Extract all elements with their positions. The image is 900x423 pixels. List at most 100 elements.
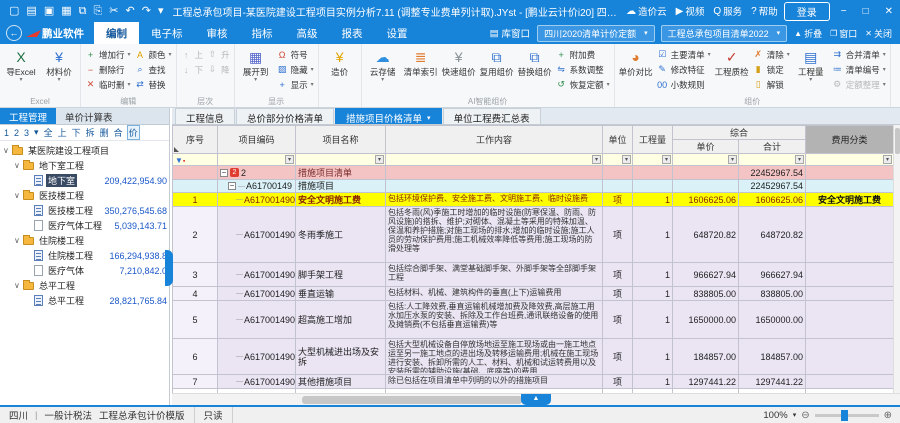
ribbon-tab-编制[interactable]: 编制 xyxy=(94,22,139,44)
panel-expand-tab[interactable]: ▲ xyxy=(521,394,551,405)
table-row[interactable]: 1—A6170014900101安全文明施工费包括环境保护费、安全施工费、文明施… xyxy=(173,193,894,207)
tree-item[interactable]: ∨住院楼工程 xyxy=(0,233,169,248)
lock-button[interactable]: ▮锁定 xyxy=(753,63,790,76)
ribbon-tab-设置[interactable]: 设置 xyxy=(375,22,420,44)
tree-tool-3[interactable]: 3 xyxy=(23,128,30,138)
filter-dropdown-icon[interactable]: ▾ xyxy=(662,155,671,164)
zoom-level[interactable]: 100% xyxy=(763,410,787,421)
help-link[interactable]: ?帮助 xyxy=(751,4,778,18)
tree-tool-全[interactable]: 全 xyxy=(43,126,54,139)
cell-fee-category[interactable] xyxy=(806,166,894,180)
tree-item[interactable]: ∨医技楼工程 xyxy=(0,188,169,203)
filter-dropdown-icon[interactable]: ▾ xyxy=(375,155,384,164)
ribbon-tab-指标[interactable]: 指标 xyxy=(240,22,285,44)
add-row-button[interactable]: +增加行▾ xyxy=(85,48,131,61)
chevron-down-icon[interactable]: ∨ xyxy=(14,191,23,200)
cell-name[interactable]: 垂直运输 xyxy=(296,287,386,301)
cell-name[interactable]: 措施项目 xyxy=(296,180,386,193)
tree-item[interactable]: 医技楼工程350,276,545.68 xyxy=(0,203,169,218)
close-doc-button[interactable]: ✕关闭 xyxy=(865,27,892,40)
cell-total[interactable]: 22452967.54 xyxy=(739,166,806,180)
ribbon-tab-报表[interactable]: 报表 xyxy=(330,22,375,44)
horizontal-scrollbar-thumb[interactable] xyxy=(302,396,522,404)
cell-total[interactable]: 22452967.54 xyxy=(739,180,806,193)
ribbon-tab-审核[interactable]: 审核 xyxy=(195,22,240,44)
copy-icon[interactable]: ⧉ xyxy=(79,1,87,21)
cell-quantity[interactable]: 1 xyxy=(633,263,673,287)
filter-cell-price[interactable]: ▾ xyxy=(673,154,739,166)
clear-button[interactable]: ✗清除▾ xyxy=(753,48,790,61)
app-brand[interactable]: 鹏业软件 xyxy=(26,22,94,44)
filter-dropdown-icon[interactable]: ▾ xyxy=(285,155,294,164)
qq-service-link[interactable]: Q服务 xyxy=(713,4,742,18)
tree-item[interactable]: ∨地下室工程 xyxy=(0,158,169,173)
column-header-qty[interactable]: 工程量 xyxy=(633,126,673,154)
table-row[interactable]: 2—A617001490201冬雨季施工包括冬雨(风)季施工时增加的临时设施(防… xyxy=(173,207,894,263)
table-row[interactable]: 4—A617001490401垂直运输包括材料、机械、建筑构件的垂直(上下)运输… xyxy=(173,287,894,301)
column-header-content[interactable]: 工作内容 xyxy=(386,126,603,154)
save-as-icon[interactable]: ▦ xyxy=(61,1,71,21)
cell-quantity[interactable] xyxy=(633,180,673,193)
zoom-slider-thumb[interactable] xyxy=(841,410,848,421)
cost-cloud-link[interactable]: ☁造价云 xyxy=(626,4,667,18)
cell-quantity[interactable] xyxy=(633,166,673,180)
project-qc-button[interactable]: ✓工程质检 xyxy=(713,45,751,96)
cell-code[interactable]: −22 xyxy=(218,166,296,180)
cell-work-content[interactable]: 包括综合脚手架、满堂基础脚手架、外脚手架等全部脚手架工程 xyxy=(386,263,603,287)
chevron-down-icon[interactable]: ∨ xyxy=(14,161,23,170)
cell-work-content[interactable]: 包括材料、机械、建筑构件的垂直(上下)运输费用 xyxy=(386,287,603,301)
cell-fee-category[interactable] xyxy=(806,180,894,193)
decimal-rule-button[interactable]: 00小数规则 xyxy=(657,78,711,91)
cell-quantity[interactable]: 1 xyxy=(633,301,673,339)
column-header-category[interactable]: 费用分类 xyxy=(806,126,894,154)
cell-total[interactable]: 1650000.00 xyxy=(739,301,806,339)
cell-unit-price[interactable]: 184857.00 xyxy=(673,339,739,375)
cell-fee-category[interactable] xyxy=(806,301,894,339)
symbol-button[interactable]: Ω符号 xyxy=(277,48,314,61)
filter-dropdown-icon[interactable]: ▾ xyxy=(592,155,601,164)
cell-fee-category[interactable] xyxy=(806,287,894,301)
main-list-button[interactable]: ☑主要清单▾ xyxy=(657,48,711,61)
sheet-tab-单位工程费汇总表[interactable]: 单位工程费汇总表 xyxy=(443,108,541,124)
library-window-button[interactable]: ▤ 库窗口 xyxy=(490,26,531,40)
cell-sn[interactable]: 6 xyxy=(173,339,218,375)
find-button[interactable]: ⌕查找 xyxy=(135,63,172,76)
cell-unit[interactable]: 项 xyxy=(603,193,633,207)
library-dropdown-1[interactable]: 四川2020清单计价定额▾ xyxy=(537,25,655,42)
filter-cell-qty[interactable]: ▾ xyxy=(633,154,673,166)
column-header-total[interactable]: 合计 xyxy=(739,140,806,154)
cell-code[interactable]: −—A61700149 xyxy=(218,180,296,193)
filter-funnel-icon[interactable]: ▼▪ xyxy=(175,156,185,165)
cell-name[interactable]: 大型机械进出场及安拆 xyxy=(296,339,386,375)
open-icon[interactable]: ▤ xyxy=(26,1,36,21)
zoom-out-icon[interactable]: ⊖ xyxy=(801,410,809,421)
cell-unit[interactable] xyxy=(603,166,633,180)
zoom-in-icon[interactable]: ⊕ xyxy=(884,410,892,421)
column-header-name[interactable]: 项目名称 xyxy=(296,126,386,154)
cell-quantity[interactable]: 1 xyxy=(633,287,673,301)
filter-cell-category[interactable]: ▾ xyxy=(806,154,894,166)
cell-sn[interactable]: 2 xyxy=(173,207,218,263)
merge-list-button[interactable]: ⇉合并清单▾ xyxy=(832,48,886,61)
tree-tool-合[interactable]: 合 xyxy=(113,126,124,139)
column-header-composite[interactable]: 综合 xyxy=(673,126,806,140)
cell-code[interactable]: —A617001490401 xyxy=(218,287,296,301)
filter-dropdown-icon[interactable]: ▾ xyxy=(622,155,631,164)
cell-fee-category[interactable] xyxy=(806,263,894,287)
sheet-tab-措施项目价格清单[interactable]: 措施项目价格清单▾ xyxy=(335,108,442,124)
collapse-expander-icon[interactable]: − xyxy=(220,169,228,177)
zoom-dropdown-icon[interactable]: ▾ xyxy=(793,411,797,419)
cell-unit-price[interactable] xyxy=(673,180,739,193)
filter-dropdown-icon[interactable]: ▾ xyxy=(883,155,892,164)
export-excel-button[interactable]: X导Excel▾ xyxy=(2,45,40,96)
video-link[interactable]: ▶视频 xyxy=(676,4,705,18)
cell-unit-price[interactable]: 838805.00 xyxy=(673,287,739,301)
cell-name[interactable]: 安全文明施工费 xyxy=(296,193,386,207)
tree-tool-价[interactable]: 价 xyxy=(127,125,140,140)
cell-sn[interactable]: 7 xyxy=(173,375,218,389)
login-button[interactable]: 登录 xyxy=(784,2,830,21)
promote-button[interactable]: ⇧升 xyxy=(207,48,230,61)
collapse-ribbon-button[interactable]: ▲折叠 xyxy=(794,27,822,40)
tree-item[interactable]: 医疗气体工程5,039,143.71 xyxy=(0,218,169,233)
cell-total[interactable]: 838805.00 xyxy=(739,287,806,301)
